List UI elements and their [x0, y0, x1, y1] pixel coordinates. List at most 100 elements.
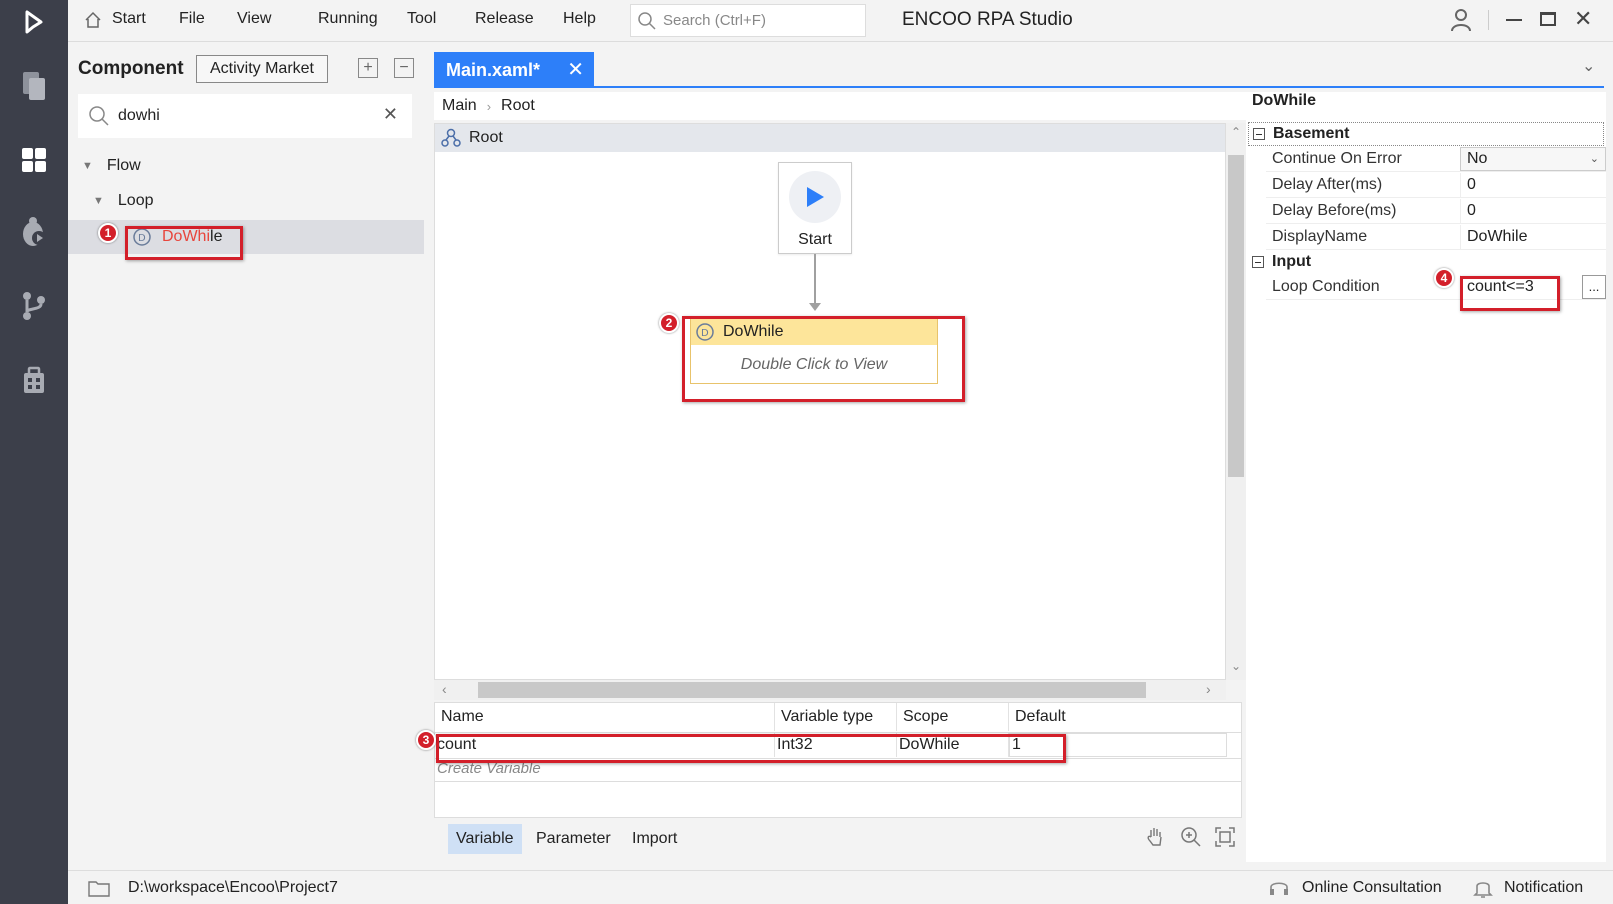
root-label: Root [469, 129, 503, 146]
global-search-input[interactable]: Search (Ctrl+F) [630, 4, 866, 37]
prop-name: Loop Condition [1272, 277, 1380, 295]
column-variable-type[interactable]: Variable type [775, 703, 897, 731]
prop-continue-on-error: Continue On Error No ⌄ [1266, 146, 1606, 172]
expand-all-icon[interactable]: + [358, 58, 378, 78]
tab-parameter[interactable]: Parameter [528, 824, 619, 854]
branch-icon[interactable] [14, 286, 54, 326]
folder-icon [88, 879, 110, 902]
search-icon [89, 106, 109, 126]
collapse-icon[interactable] [1252, 256, 1264, 268]
close-tab-icon[interactable]: ✕ [567, 57, 584, 82]
hand-pan-icon[interactable] [1144, 826, 1166, 852]
app-title: ENCOO RPA Studio [902, 9, 1073, 30]
menu-start[interactable]: Start [112, 10, 146, 28]
home-icon[interactable] [84, 11, 102, 33]
tree-node-loop-label: Loop [117, 192, 154, 209]
breadcrumb: Main › Root [434, 92, 1246, 120]
tree-node-loop[interactable]: ▼ Loop [93, 192, 153, 210]
chevron-down-icon: ⌄ [1589, 153, 1599, 165]
top-menu-bar: Start File View Running Tool Release Hel… [68, 0, 1613, 42]
group-input-label: Input [1272, 253, 1312, 270]
menu-release[interactable]: Release [475, 10, 534, 28]
scroll-thumb[interactable] [478, 682, 1146, 698]
prop-display-name: DisplayName DoWhile [1266, 224, 1606, 250]
scroll-left-icon[interactable]: ‹ [442, 681, 447, 697]
annotation-badge-4: 4 [1434, 268, 1454, 288]
collapse-icon[interactable] [1253, 128, 1265, 140]
collapse-all-icon[interactable]: − [394, 58, 414, 78]
properties-title: DoWhile [1252, 92, 1316, 109]
document-tab-strip: Main.xaml* ✕ ⌄ [434, 52, 1604, 88]
maximize-icon[interactable] [1540, 12, 1556, 26]
prop-name: Continue On Error [1272, 149, 1402, 167]
prop-name: Delay After(ms) [1272, 175, 1383, 193]
fit-screen-icon[interactable] [1214, 826, 1236, 852]
group-basement[interactable]: Basement [1248, 122, 1604, 146]
scroll-down-icon[interactable]: ⌄ [1231, 659, 1241, 673]
column-default[interactable]: Default [1009, 703, 1241, 731]
scroll-up-icon[interactable]: ⌃ [1231, 125, 1241, 139]
expand-arrow-icon[interactable]: ▼ [82, 160, 93, 172]
delay-before-field[interactable]: 0 [1460, 198, 1606, 223]
delay-after-field[interactable]: 0 [1460, 172, 1606, 197]
prop-name: DisplayName [1272, 227, 1368, 245]
components-icon[interactable] [14, 140, 54, 180]
menu-running[interactable]: Running [318, 10, 378, 28]
flow-arrowhead [809, 303, 821, 311]
menu-file[interactable]: File [179, 10, 205, 28]
menu-tool[interactable]: Tool [407, 10, 436, 28]
bell-icon[interactable] [1473, 877, 1493, 904]
column-scope[interactable]: Scope [897, 703, 1009, 731]
close-window-icon[interactable]: ✕ [1574, 8, 1592, 30]
tab-variable[interactable]: Variable [448, 824, 522, 854]
group-basement-label: Basement [1273, 125, 1350, 142]
menu-view[interactable]: View [237, 10, 271, 28]
prop-delay-after: Delay After(ms) 0 [1266, 172, 1606, 198]
package-icon[interactable] [14, 360, 54, 400]
clear-search-icon[interactable]: ✕ [383, 104, 398, 125]
tab-main-xaml[interactable]: Main.xaml* ✕ [434, 52, 594, 88]
canvas-vertical-scrollbar[interactable]: ⌃ ⌄ [1226, 123, 1246, 680]
component-search-input[interactable]: dowhi ✕ [78, 94, 412, 138]
headset-icon[interactable] [1268, 877, 1290, 904]
files-icon[interactable] [14, 66, 54, 106]
tab-import[interactable]: Import [624, 824, 685, 854]
project-path[interactable]: D:\workspace\Encoo\Project7 [128, 879, 338, 897]
debug-icon[interactable] [14, 212, 54, 252]
annotation-box-1 [125, 226, 243, 260]
tree-node-flow[interactable]: ▼ Flow [82, 157, 141, 175]
canvas-horizontal-scrollbar[interactable]: ‹ › [434, 680, 1226, 700]
zoom-in-icon[interactable] [1180, 826, 1202, 852]
activity-market-button[interactable]: Activity Market [196, 55, 328, 83]
chevron-down-icon[interactable]: ⌄ [1582, 56, 1595, 76]
annotation-box-2 [682, 316, 965, 402]
breadcrumb-main[interactable]: Main [442, 97, 477, 115]
scroll-thumb[interactable] [1228, 155, 1244, 477]
root-header: Root [435, 124, 1225, 152]
start-label: Start [798, 231, 832, 248]
continue-on-error-select[interactable]: No ⌄ [1460, 146, 1606, 171]
start-node[interactable]: Start [778, 162, 852, 254]
annotation-box-4 [1460, 276, 1560, 311]
tree-node-dowhile[interactable]: D DoWhi le [68, 220, 424, 254]
column-name[interactable]: Name [435, 703, 775, 731]
expression-editor-button[interactable]: ... [1582, 274, 1606, 299]
play-icon [789, 171, 841, 223]
scroll-right-icon[interactable]: › [1206, 681, 1211, 697]
user-icon[interactable] [1450, 8, 1472, 36]
group-input[interactable]: Input [1248, 250, 1604, 274]
annotation-box-3 [436, 734, 1066, 763]
menu-help[interactable]: Help [563, 10, 596, 28]
notification-link[interactable]: Notification [1504, 879, 1583, 897]
flowchart-icon [441, 128, 461, 147]
prop-name: Delay Before(ms) [1272, 201, 1397, 219]
expand-arrow-icon[interactable]: ▼ [93, 195, 104, 207]
display-name-field[interactable]: DoWhile [1460, 224, 1606, 249]
online-consultation-link[interactable]: Online Consultation [1302, 879, 1442, 897]
search-placeholder: Search (Ctrl+F) [663, 12, 766, 29]
minimize-icon[interactable] [1506, 19, 1522, 21]
component-search-value: dowhi [118, 107, 160, 124]
chevron-right-icon: › [486, 98, 492, 114]
component-panel: Component Activity Market + − dowhi ✕ ▼ … [68, 42, 424, 870]
breadcrumb-root[interactable]: Root [501, 97, 535, 115]
